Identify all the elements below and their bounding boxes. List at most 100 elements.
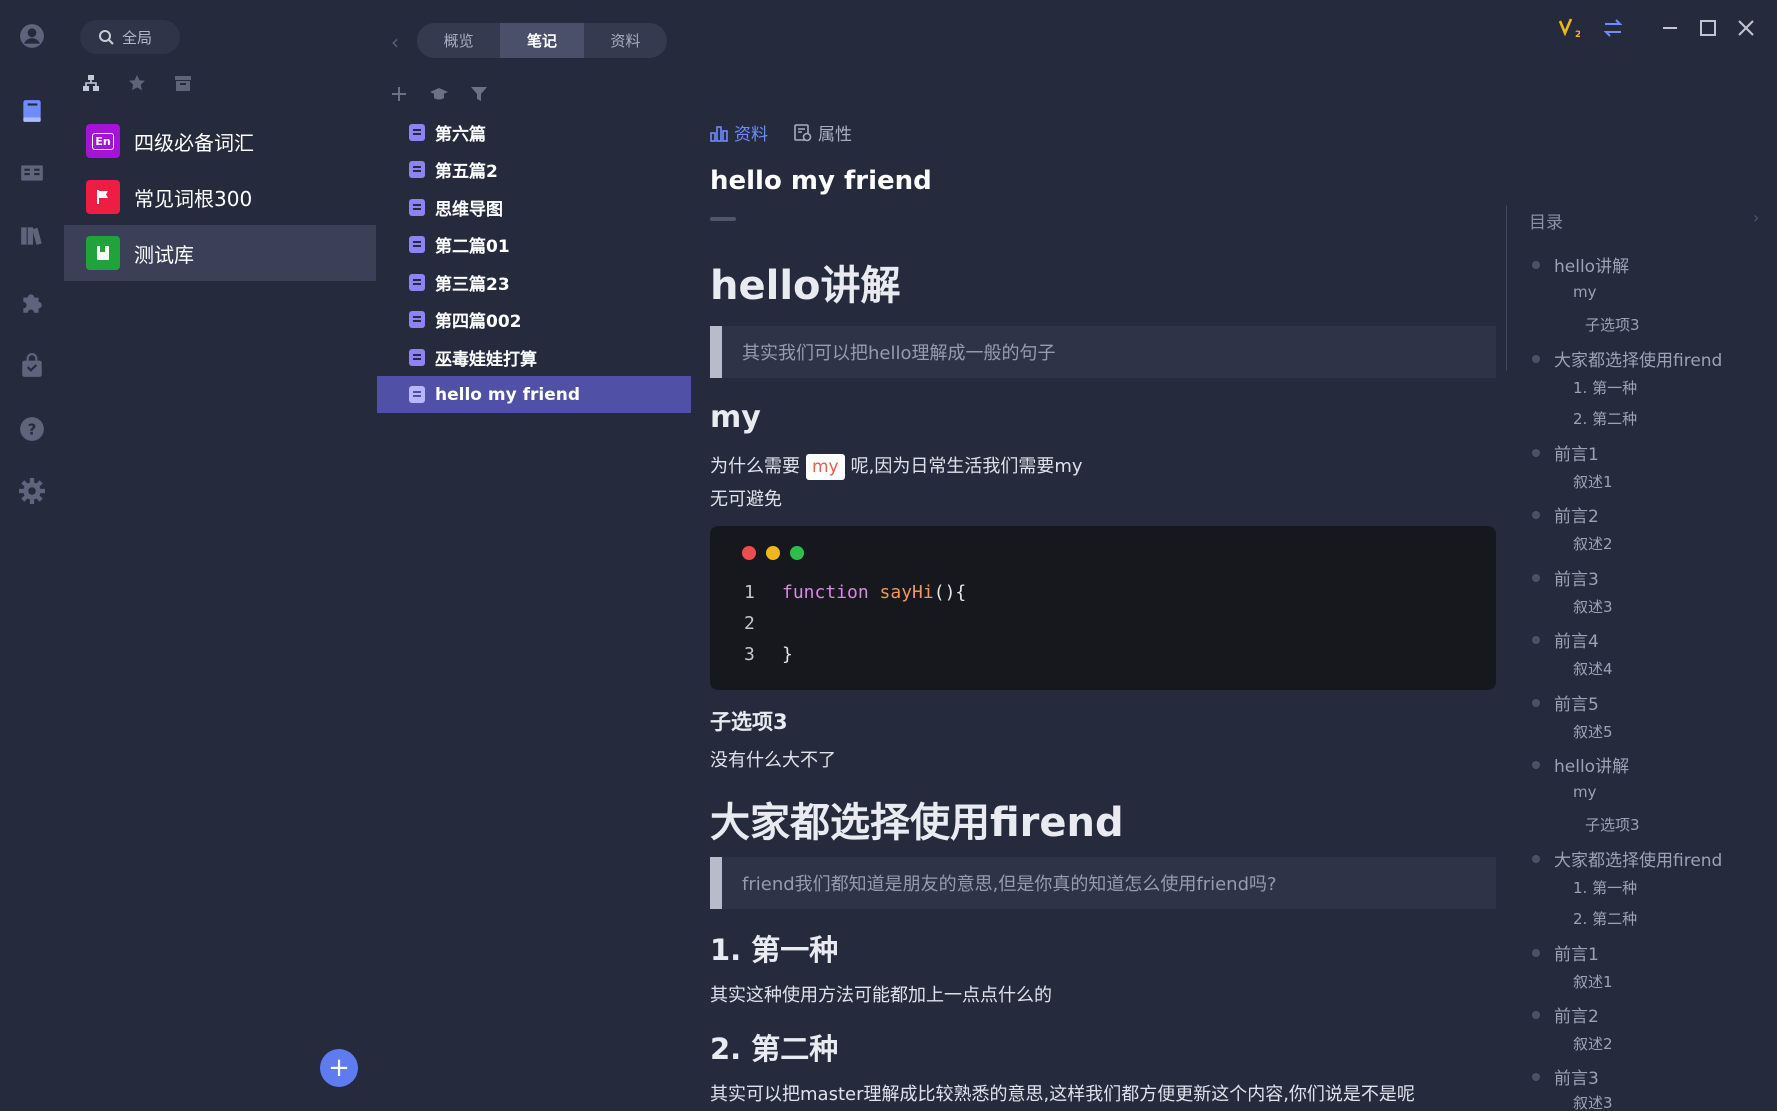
library-item-label: 测试库 — [134, 242, 194, 267]
toc-item[interactable]: 前言2 — [1532, 1002, 1599, 1027]
toc-item[interactable]: 叙述2 — [1573, 1033, 1613, 1054]
avatar-icon[interactable] — [18, 22, 46, 50]
study-cap-icon[interactable] — [429, 84, 449, 108]
archive-icon[interactable] — [174, 74, 192, 92]
note-icon — [409, 124, 425, 141]
maximize-icon[interactable] — [1694, 14, 1722, 42]
toc-item[interactable]: 1. 第一种 — [1573, 877, 1637, 898]
library-icon[interactable] — [18, 222, 46, 250]
toc-item[interactable]: 大家都选择使用firend — [1531, 846, 1722, 871]
bar-chart-icon — [710, 125, 728, 142]
note-icon — [409, 236, 425, 253]
v2-badge-icon[interactable]: 2 — [1555, 14, 1583, 42]
chevron-right-icon[interactable]: › — [1753, 208, 1759, 227]
tree-icon[interactable] — [82, 74, 100, 92]
toc-item[interactable]: 子选项3 — [1585, 314, 1640, 335]
toc-panel: 目录 › hello讲解 my 子选项3 大家都选择使用firend 1. 第一… — [1507, 0, 1777, 1111]
star-icon[interactable] — [128, 74, 146, 92]
toc-item[interactable]: 叙述5 — [1573, 721, 1613, 742]
toc-title: 目录 — [1529, 213, 1563, 233]
gear-icon[interactable] — [18, 477, 46, 505]
library-badge-text: En — [92, 132, 114, 150]
close-icon[interactable] — [1732, 14, 1760, 42]
toc-item[interactable]: 1. 第一种 — [1573, 377, 1637, 398]
toc-item[interactable]: 前言3 — [1532, 565, 1599, 590]
cards-icon[interactable] — [18, 159, 46, 187]
code-block: 1 function sayHi(){ 2 3} — [710, 526, 1496, 690]
note-item-selected[interactable]: hello my friend — [377, 376, 691, 413]
toc-item[interactable]: 前言2 — [1532, 502, 1599, 527]
toc-item[interactable]: 前言3 — [1532, 1064, 1599, 1089]
help-icon[interactable]: ? — [18, 415, 46, 443]
toc-item[interactable]: 叙述3 — [1573, 1092, 1613, 1111]
tab-notes[interactable]: 笔记 — [500, 23, 584, 58]
note-title: 巫毒娃娃打算 — [435, 350, 537, 370]
toc-item[interactable]: 叙述4 — [1573, 658, 1613, 679]
toc-item[interactable]: my — [1573, 283, 1597, 301]
toc-item[interactable]: 子选项3 — [1585, 814, 1640, 835]
line-number: 2 — [744, 613, 755, 634]
toc-item[interactable]: 大家都选择使用firend — [1531, 346, 1722, 371]
library-item-label: 常见词根300 — [134, 186, 253, 211]
app-window: ? 全局 En 四级必备词汇 常见词根300 测试库 + ‹ 概览 笔记 资料 … — [0, 0, 1777, 1111]
note-item[interactable]: 第五篇2 — [377, 151, 691, 188]
toc-item[interactable]: my — [1573, 783, 1597, 801]
note-title: 第六篇 — [435, 125, 486, 145]
toc-item[interactable]: 2. 第二种 — [1573, 908, 1637, 929]
swap-icon[interactable] — [1599, 14, 1627, 42]
add-note-icon[interactable] — [389, 84, 409, 108]
notes-panel: ‹ 概览 笔记 资料 第六篇 第五篇2 思维导图 第二篇01 第三篇23 第四篇… — [377, 0, 691, 1111]
heading-my: my — [710, 399, 761, 435]
toc-item[interactable]: hello讲解 — [1531, 252, 1629, 277]
tab-doc-properties[interactable]: 属性 — [794, 120, 852, 145]
toc-item[interactable]: hello讲解 — [1531, 752, 1629, 777]
tab-doc-material[interactable]: 资料 — [710, 120, 768, 145]
toc-item[interactable]: 叙述3 — [1573, 596, 1613, 617]
toc-item[interactable]: 前言4 — [1532, 627, 1599, 652]
note-item[interactable]: 第二篇01 — [377, 226, 691, 263]
toc-item[interactable]: 2. 第二种 — [1573, 408, 1637, 429]
view-segmented-control: 概览 笔记 资料 — [417, 23, 667, 58]
notebook-icon — [86, 236, 120, 270]
toc-item[interactable]: 前言1 — [1532, 940, 1599, 965]
document-title: hello my friend — [710, 166, 932, 196]
toc-item[interactable]: 叙述1 — [1573, 471, 1613, 492]
puzzle-icon[interactable] — [18, 289, 46, 317]
code-function: sayHi — [879, 582, 934, 603]
minimize-icon[interactable] — [1656, 14, 1684, 42]
heading-hello: hello讲解 — [710, 263, 901, 309]
add-library-button[interactable]: + — [320, 1049, 358, 1087]
note-item[interactable]: 第四篇002 — [377, 301, 691, 338]
heading-firend: 大家都选择使用firend — [710, 800, 1124, 846]
book-icon[interactable] — [18, 97, 46, 125]
library-item-roots[interactable]: 常见词根300 — [64, 169, 376, 225]
note-title: hello my friend — [435, 384, 581, 405]
note-item[interactable]: 思维导图 — [377, 189, 691, 226]
toc-item[interactable]: 前言5 — [1532, 690, 1599, 715]
note-item[interactable]: 第六篇 — [377, 114, 691, 151]
inline-code: my — [806, 454, 845, 480]
bag-icon[interactable] — [18, 352, 46, 380]
global-search-button[interactable]: 全局 — [80, 20, 180, 54]
tab-overview[interactable]: 概览 — [417, 23, 500, 58]
library-item-label: 四级必备词汇 — [134, 130, 254, 155]
toc-item[interactable]: 叙述1 — [1573, 971, 1613, 992]
paragraph-text: 呢,因为日常生活我们需要my — [850, 456, 1083, 477]
paragraph-text: 为什么需要 — [710, 456, 800, 477]
code-line: 3} — [744, 644, 793, 665]
note-item[interactable]: 第三篇23 — [377, 264, 691, 301]
note-icon — [409, 274, 425, 291]
global-search-label: 全局 — [122, 28, 153, 47]
library-toolbar — [82, 74, 192, 92]
note-title: 第五篇2 — [435, 162, 498, 182]
toc-item[interactable]: 叙述2 — [1573, 533, 1613, 554]
tab-materials[interactable]: 资料 — [584, 23, 667, 58]
library-item-cet4[interactable]: En 四级必备词汇 — [64, 113, 376, 169]
note-item[interactable]: 巫毒娃娃打算 — [377, 339, 691, 376]
filter-icon[interactable] — [469, 84, 489, 108]
code-punct: (){ — [933, 582, 967, 603]
back-chevron-icon[interactable]: ‹ — [391, 30, 399, 54]
library-item-test[interactable]: 测试库 — [64, 225, 376, 281]
paragraph: 没有什么大不了 — [710, 750, 836, 771]
toc-item[interactable]: 前言1 — [1532, 440, 1599, 465]
